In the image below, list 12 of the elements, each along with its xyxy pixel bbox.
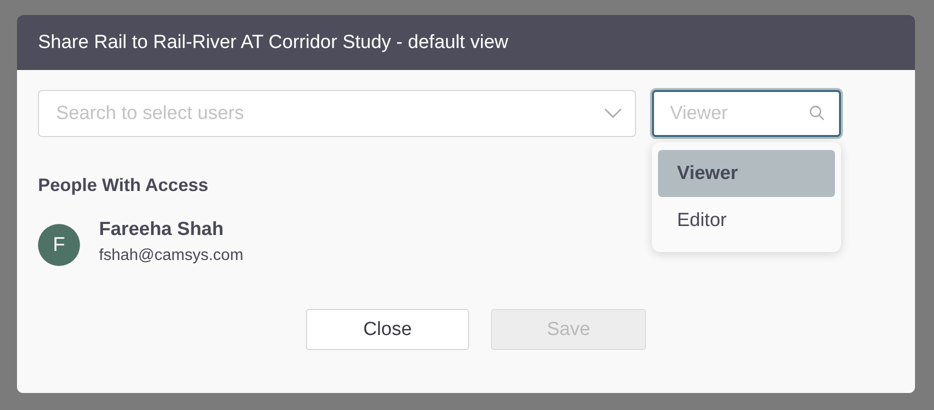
search-icon	[809, 105, 825, 121]
user-search-field[interactable]: Search to select users	[38, 90, 636, 137]
chevron-down-icon[interactable]	[604, 108, 622, 118]
role-option[interactable]: Viewer	[658, 150, 835, 197]
dialog-title: Share Rail to Rail-River AT Corridor Study - default view	[17, 15, 915, 70]
role-select-field[interactable]: Viewer	[652, 90, 841, 137]
section-heading: People With Access	[38, 175, 210, 196]
dialog-button[interactable]: Close	[306, 309, 469, 350]
user-email: fshah@camsys.com	[99, 246, 244, 264]
user-name: Fareeha Shah	[99, 218, 225, 242]
user-avatar: F	[38, 224, 80, 266]
role-option[interactable]: Editor	[658, 197, 835, 244]
